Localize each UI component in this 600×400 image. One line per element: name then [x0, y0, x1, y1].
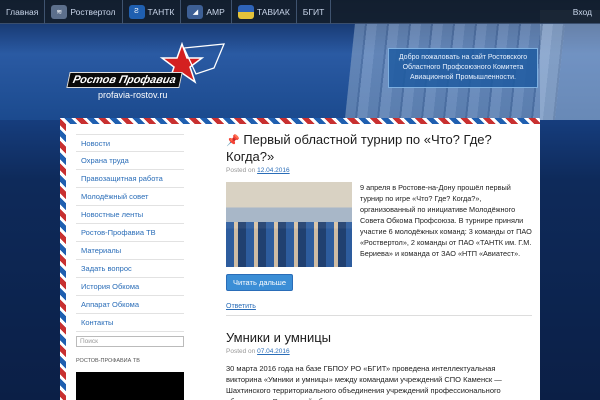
- login-label: Вход: [572, 6, 592, 17]
- sidebar-item-tv[interactable]: Ростов-Профавиа ТВ: [76, 224, 184, 242]
- site-url: profavia-rostov.ru: [98, 90, 168, 100]
- sidebar-nav: Новости Охрана труда Правозащитная работ…: [76, 134, 184, 347]
- post-title[interactable]: Умники и умницы: [226, 330, 532, 345]
- sidebar-item-labor-safety[interactable]: Охрана труда: [76, 152, 184, 170]
- post-title[interactable]: 📌 Первый областной турнир по «Что? Где? …: [226, 132, 532, 164]
- topnav-home[interactable]: Главная: [0, 0, 46, 24]
- reply-link[interactable]: Ответить: [226, 303, 532, 310]
- post-meta: Posted on 12.04.2016: [226, 167, 532, 174]
- topnav-amp-label: AMP: [206, 6, 225, 17]
- top-navigation-bar: Главная ≋ Роствертол Ƨ ТАНТК ◢ AMP ТАВИА…: [0, 0, 600, 24]
- pin-icon: 📌: [226, 135, 240, 147]
- tv-video-player[interactable]: [76, 372, 184, 400]
- post-divider: [226, 315, 532, 316]
- post-body: 9 апреля в Ростове-на-Дону прошёл первый…: [226, 182, 532, 267]
- read-more-button[interactable]: Читать дальше: [226, 274, 293, 291]
- topnav-home-label: Главная: [6, 6, 39, 17]
- post-meta: Posted on 07.04.2016: [226, 348, 532, 355]
- taviak-logo-icon: [237, 4, 254, 19]
- topnav-bgit[interactable]: БГИТ: [297, 0, 332, 24]
- photo-people: [226, 222, 352, 267]
- sidebar-item-materials[interactable]: Материалы: [76, 242, 184, 260]
- post-title-text: Первый областной турнир по «Что? Где? Ко…: [226, 132, 492, 164]
- sidebar-item-legal[interactable]: Правозащитная работа: [76, 170, 184, 188]
- tantk-logo-icon: Ƨ: [128, 4, 145, 19]
- post-excerpt: 30 марта 2016 года на базе ГБПОУ РО «БГИ…: [226, 364, 502, 400]
- post-date-link[interactable]: 12.04.2016: [257, 167, 290, 174]
- login-link[interactable]: Вход: [567, 0, 600, 24]
- sidebar-item-history[interactable]: История Обкома: [76, 278, 184, 296]
- topnav-bgit-label: БГИТ: [302, 6, 325, 17]
- post-meta-prefix: Posted on: [226, 348, 256, 355]
- main-content: 📌 Первый областной турнир по «Что? Где? …: [226, 132, 532, 400]
- sidebar-item-news[interactable]: Новости: [76, 134, 184, 152]
- post-photo[interactable]: [226, 182, 352, 267]
- topnav-rostvertol[interactable]: ≋ Роствертол: [45, 0, 123, 24]
- sidebar-item-news-feeds[interactable]: Новостные ленты: [76, 206, 184, 224]
- post-date-link[interactable]: 07.04.2016: [257, 348, 290, 355]
- sidebar-item-contacts[interactable]: Контакты: [76, 314, 184, 332]
- topnav-taviak-label: ТАВИАК: [256, 6, 290, 17]
- topnav-rostvertol-label: Роствертол: [70, 6, 116, 17]
- tv-widget-title: РОСТОВ-ПРОФАВИА ТВ: [76, 358, 140, 364]
- topnav-amp[interactable]: ◢ AMP: [181, 0, 232, 24]
- sidebar-item-ask-question[interactable]: Задать вопрос: [76, 260, 184, 278]
- topnav-tantk-label: ТАНТК: [147, 6, 175, 17]
- post-meta-prefix: Posted on: [226, 167, 256, 174]
- topnav-tantk[interactable]: Ƨ ТАНТК: [123, 0, 182, 24]
- post-excerpt: 9 апреля в Ростове-на-Дону прошёл первый…: [360, 183, 532, 258]
- logo-text: Ростов Профавиа: [66, 72, 183, 88]
- sidebar-item-youth-council[interactable]: Молодёжный совет: [76, 188, 184, 206]
- sidebar-item-staff[interactable]: Аппарат Обкома: [76, 296, 184, 314]
- search-input[interactable]: Поиск: [76, 336, 184, 347]
- welcome-message: Добро пожаловать на сайт Ростовского Обл…: [388, 48, 538, 88]
- topnav-taviak[interactable]: ТАВИАК: [232, 0, 297, 24]
- rostvertol-logo-icon: ≋: [51, 4, 68, 19]
- amp-logo-icon: ◢: [187, 4, 204, 19]
